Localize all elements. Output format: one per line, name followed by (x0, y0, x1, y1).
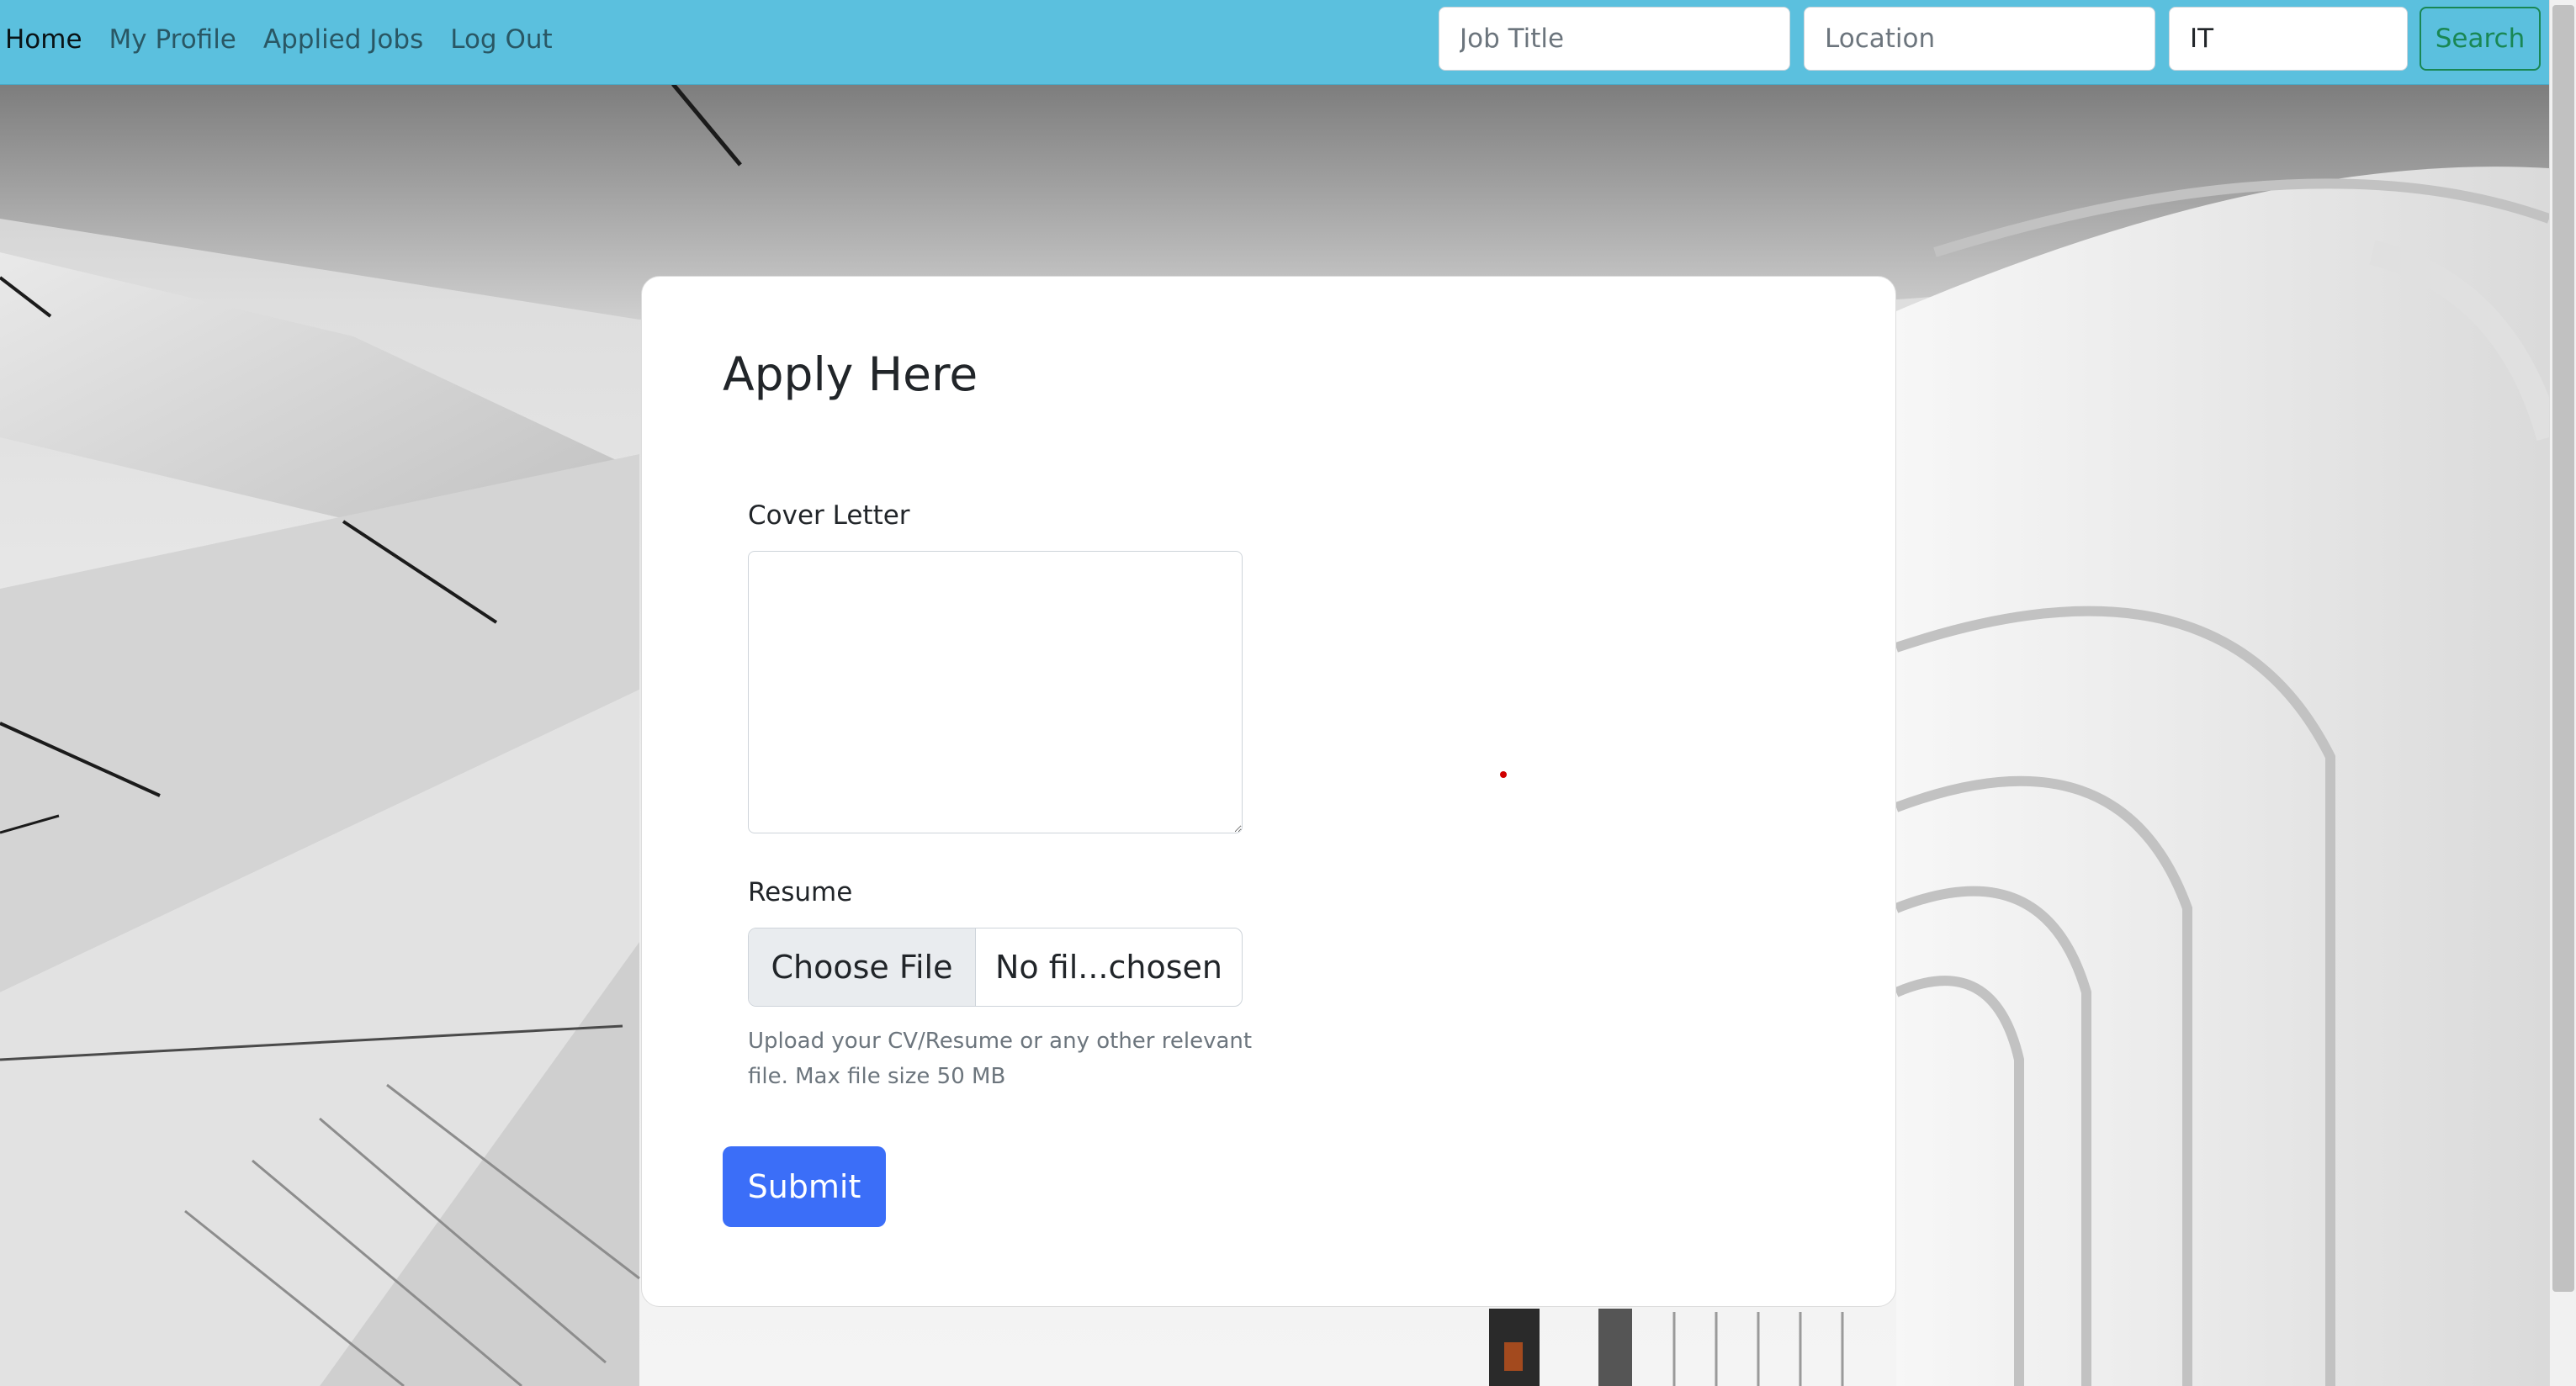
nav-links: Home My Profile Applied Jobs Log Out (5, 0, 580, 79)
job-title-input[interactable] (1439, 7, 1790, 71)
file-status-text[interactable]: No fil...chosen (976, 928, 1242, 1006)
top-navbar: Home My Profile Applied Jobs Log Out Sea… (0, 0, 2549, 85)
choose-file-button[interactable]: Choose File (749, 928, 976, 1006)
category-input[interactable] (2169, 7, 2408, 71)
apply-card: Apply Here Cover Letter Resume Choose Fi… (641, 276, 1896, 1307)
resume-label: Resume (748, 877, 853, 907)
submit-button[interactable]: Submit (723, 1146, 886, 1227)
page-title: Apply Here (723, 347, 978, 401)
resume-help-text: Upload your CV/Resume or any other relev… (748, 1029, 1253, 1089)
scrollbar-thumb[interactable] (2552, 5, 2574, 1292)
page-scrollbar[interactable] (2549, 0, 2576, 1386)
resume-file-input[interactable]: Choose File No fil...chosen (748, 928, 1243, 1007)
nav-link-home[interactable]: Home (5, 24, 82, 55)
cover-letter-textarea[interactable] (748, 551, 1243, 833)
search-button[interactable]: Search (2420, 7, 2541, 71)
cover-letter-label: Cover Letter (748, 500, 910, 531)
nav-link-my-profile[interactable]: My Profile (109, 24, 236, 55)
job-search-form: Search (1439, 7, 2541, 71)
cursor-dot-marker (1500, 771, 1507, 778)
nav-link-applied-jobs[interactable]: Applied Jobs (263, 24, 423, 55)
nav-link-log-out[interactable]: Log Out (450, 24, 552, 55)
location-input[interactable] (1804, 7, 2155, 71)
